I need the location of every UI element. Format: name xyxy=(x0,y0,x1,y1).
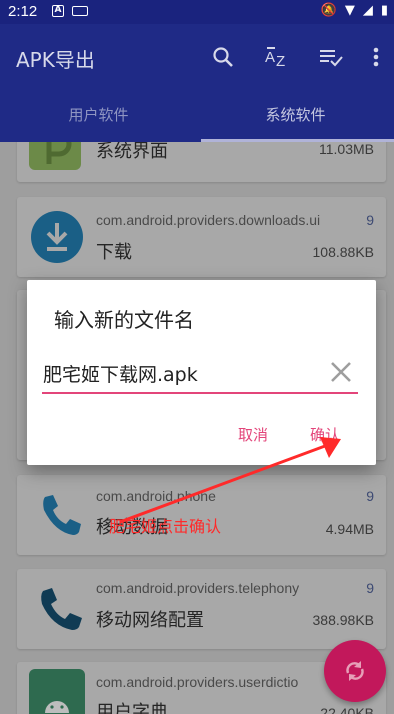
list-item[interactable]: 系统界面 11.03MB xyxy=(17,142,386,182)
tab-system-apps[interactable]: 系统软件 xyxy=(197,92,394,142)
android-p-icon xyxy=(29,142,81,170)
app-size: 388.98KB xyxy=(312,612,375,628)
app-name: 移动网络配置 xyxy=(96,610,204,631)
dialog-title: 输入新的文件名 xyxy=(54,308,194,332)
tab-user-apps[interactable]: 用户软件 xyxy=(0,92,197,142)
app-size: 4.94MB xyxy=(325,521,374,537)
phone-icon xyxy=(29,487,85,543)
app-version: 9 xyxy=(366,580,374,596)
app-package: com.android.providers.downloads.ui xyxy=(96,212,321,228)
app-version: 9 xyxy=(366,212,374,228)
app-name: 系统界面 xyxy=(96,142,168,162)
app-size: 108.88KB xyxy=(312,244,375,260)
app-title: APK导出 xyxy=(16,48,95,72)
refresh-fab[interactable] xyxy=(324,640,386,702)
app-package: com.android.phone xyxy=(96,488,216,504)
app-package: com.android.providers.userdictio xyxy=(96,674,299,690)
phone-icon xyxy=(29,579,85,635)
app-name: 用户字典 xyxy=(96,702,168,714)
list-item[interactable]: com.android.providers.downloads.ui 9 下载 … xyxy=(17,197,386,277)
app-name: 下载 xyxy=(96,242,132,263)
keyboard-icon xyxy=(72,6,88,16)
select-all-icon[interactable] xyxy=(318,44,344,70)
cancel-button[interactable]: 取消 xyxy=(238,424,268,445)
app-bar: APK导出 AZ 用户软件 系统软件 xyxy=(0,24,394,142)
android-icon xyxy=(29,669,85,714)
status-time: 2:12 xyxy=(8,3,38,20)
wifi-icon: ▼ xyxy=(344,3,355,18)
download-icon xyxy=(29,209,85,265)
app-size: 22.40KB xyxy=(320,705,374,714)
tab-bar: 用户软件 系统软件 xyxy=(0,92,394,142)
clear-icon[interactable] xyxy=(327,358,355,386)
app-version: 9 xyxy=(366,488,374,504)
svg-text:Z: Z xyxy=(276,53,285,69)
sort-az-icon[interactable]: AZ xyxy=(264,44,290,70)
signal-icon: ◢ xyxy=(362,3,373,18)
svg-text:A: A xyxy=(265,49,275,66)
filename-input[interactable] xyxy=(42,358,358,394)
app-package: com.android.providers.telephony xyxy=(96,580,300,596)
status-icons: 🔕 ▼ ◢ ▮ xyxy=(321,3,388,19)
more-vert-icon[interactable] xyxy=(366,44,386,70)
status-bar: 2:12 A 🔕 ▼ ◢ ▮ xyxy=(0,0,394,24)
search-icon[interactable] xyxy=(210,44,236,70)
confirm-button[interactable]: 确认 xyxy=(310,424,340,445)
refresh-icon xyxy=(346,661,364,681)
a-notification-icon: A xyxy=(52,5,64,17)
rename-dialog: 输入新的文件名 取消 确认 xyxy=(27,280,376,465)
mute-icon: 🔕 xyxy=(320,3,337,18)
annotation-text: 肥宅姬点击确认 xyxy=(109,517,222,536)
list-item[interactable]: com.android.providers.telephony 9 移动网络配置… xyxy=(17,569,386,649)
app-size: 11.03MB xyxy=(319,142,374,157)
battery-icon: ▮ xyxy=(380,3,388,18)
